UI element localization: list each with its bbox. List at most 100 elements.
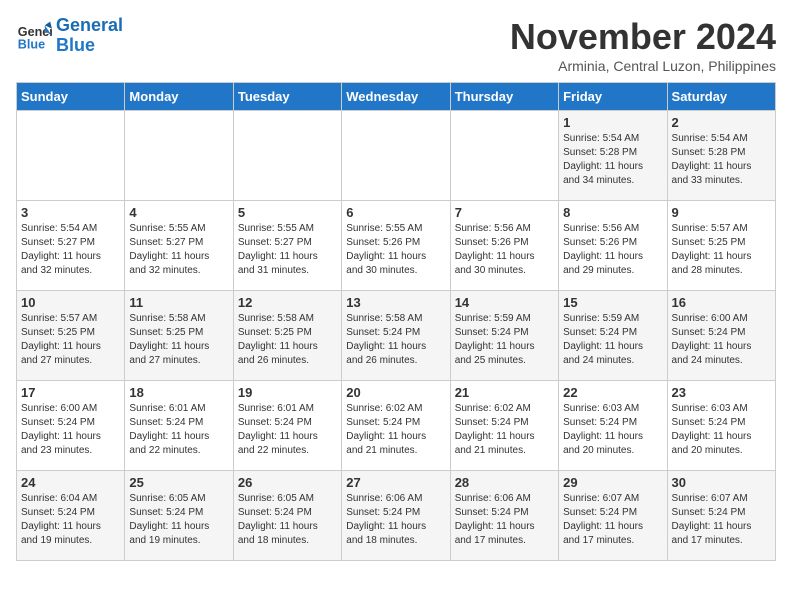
day-info: Sunrise: 6:05 AM Sunset: 5:24 PM Dayligh… bbox=[129, 492, 228, 548]
day-cell: 20 Sunrise: 6:02 AM Sunset: 5:24 PM Dayli… bbox=[342, 381, 450, 471]
day-number: 7 bbox=[455, 205, 554, 220]
day-number: 28 bbox=[455, 475, 554, 490]
day-cell: 27Sunrise: 6:06 AM Sunset: 5:24 PM Dayli… bbox=[342, 471, 450, 561]
day-info: Sunrise: 6:05 AM Sunset: 5:24 PM Dayligh… bbox=[238, 492, 337, 548]
day-info: Sunrise: 5:58 AM Sunset: 5:25 PM Dayligh… bbox=[238, 312, 337, 368]
day-number: 3 bbox=[21, 205, 120, 220]
day-info: Sunrise: 6:00 AM Sunset: 5:24 PM Dayligh… bbox=[672, 312, 771, 368]
day-cell bbox=[17, 111, 125, 201]
day-info: Sunrise: 6:03 AM Sunset: 5:24 PM Dayligh… bbox=[563, 402, 662, 458]
day-cell: 13Sunrise: 5:58 AM Sunset: 5:24 PM Dayli… bbox=[342, 291, 450, 381]
day-cell: 23Sunrise: 6:03 AM Sunset: 5:24 PM Dayli… bbox=[667, 381, 775, 471]
header-row: SundayMondayTuesdayWednesdayThursdayFrid… bbox=[17, 83, 776, 111]
day-info: Sunrise: 6:01 AM Sunset: 5:24 PM Dayligh… bbox=[238, 402, 337, 458]
day-info: Sunrise: 5:55 AM Sunset: 5:27 PM Dayligh… bbox=[238, 222, 337, 278]
day-cell: 10 Sunrise: 5:57 AM Sunset: 5:25 PM Dayli… bbox=[17, 291, 125, 381]
day-number: 25 bbox=[129, 475, 228, 490]
day-cell: 16 Sunrise: 6:00 AM Sunset: 5:24 PM Dayli… bbox=[667, 291, 775, 381]
day-info: Sunrise: 6:01 AM Sunset: 5:24 PM Dayligh… bbox=[129, 402, 228, 458]
day-info: Sunrise: 5:55 AM Sunset: 5:26 PM Dayligh… bbox=[346, 222, 445, 278]
day-cell: 6 Sunrise: 5:55 AM Sunset: 5:26 PM Daylig… bbox=[342, 201, 450, 291]
day-number: 14 bbox=[455, 295, 554, 310]
day-info: Sunrise: 5:59 AM Sunset: 5:24 PM Dayligh… bbox=[455, 312, 554, 368]
day-info: Sunrise: 5:58 AM Sunset: 5:24 PM Dayligh… bbox=[346, 312, 445, 368]
day-number: 1 bbox=[563, 115, 662, 130]
day-info: Sunrise: 6:00 AM Sunset: 5:24 PM Dayligh… bbox=[21, 402, 120, 458]
col-header-friday: Friday bbox=[559, 83, 667, 111]
calendar-table: SundayMondayTuesdayWednesdayThursdayFrid… bbox=[16, 82, 776, 561]
day-cell: 1 Sunrise: 5:54 AM Sunset: 5:28 PM Daylig… bbox=[559, 111, 667, 201]
day-cell: 24 Sunrise: 6:04 AM Sunset: 5:24 PM Dayli… bbox=[17, 471, 125, 561]
page-header: General Blue General Blue November 2024 … bbox=[16, 16, 776, 74]
day-info: Sunrise: 6:02 AM Sunset: 5:24 PM Dayligh… bbox=[346, 402, 445, 458]
day-cell: 22 Sunrise: 6:03 AM Sunset: 5:24 PM Dayli… bbox=[559, 381, 667, 471]
day-number: 21 bbox=[455, 385, 554, 400]
col-header-sunday: Sunday bbox=[17, 83, 125, 111]
day-info: Sunrise: 6:07 AM Sunset: 5:24 PM Dayligh… bbox=[672, 492, 771, 548]
day-cell: 2Sunrise: 5:54 AM Sunset: 5:28 PM Daylig… bbox=[667, 111, 775, 201]
day-info: Sunrise: 6:04 AM Sunset: 5:24 PM Dayligh… bbox=[21, 492, 120, 548]
day-info: Sunrise: 5:57 AM Sunset: 5:25 PM Dayligh… bbox=[21, 312, 120, 368]
title-block: November 2024 Arminia, Central Luzon, Ph… bbox=[510, 16, 776, 74]
logo-text-line2: Blue bbox=[56, 36, 123, 56]
week-row-1: 1 Sunrise: 5:54 AM Sunset: 5:28 PM Daylig… bbox=[17, 111, 776, 201]
day-number: 30 bbox=[672, 475, 771, 490]
day-number: 26 bbox=[238, 475, 337, 490]
day-info: Sunrise: 5:56 AM Sunset: 5:26 PM Dayligh… bbox=[455, 222, 554, 278]
month-title: November 2024 bbox=[510, 16, 776, 58]
col-header-monday: Monday bbox=[125, 83, 233, 111]
day-number: 20 bbox=[346, 385, 445, 400]
day-number: 24 bbox=[21, 475, 120, 490]
logo-text-line1: General bbox=[56, 16, 123, 36]
day-number: 12 bbox=[238, 295, 337, 310]
day-cell: 3 Sunrise: 5:54 AM Sunset: 5:27 PM Daylig… bbox=[17, 201, 125, 291]
day-info: Sunrise: 5:58 AM Sunset: 5:25 PM Dayligh… bbox=[129, 312, 228, 368]
logo-icon: General Blue bbox=[16, 18, 52, 54]
day-info: Sunrise: 5:54 AM Sunset: 5:28 PM Dayligh… bbox=[672, 132, 771, 188]
day-number: 9 bbox=[672, 205, 771, 220]
col-header-thursday: Thursday bbox=[450, 83, 558, 111]
day-info: Sunrise: 5:57 AM Sunset: 5:25 PM Dayligh… bbox=[672, 222, 771, 278]
day-number: 5 bbox=[238, 205, 337, 220]
col-header-saturday: Saturday bbox=[667, 83, 775, 111]
day-cell: 4Sunrise: 5:55 AM Sunset: 5:27 PM Daylig… bbox=[125, 201, 233, 291]
day-number: 11 bbox=[129, 295, 228, 310]
day-cell: 30 Sunrise: 6:07 AM Sunset: 5:24 PM Dayli… bbox=[667, 471, 775, 561]
day-cell bbox=[342, 111, 450, 201]
day-cell: 18 Sunrise: 6:01 AM Sunset: 5:24 PM Dayli… bbox=[125, 381, 233, 471]
day-number: 6 bbox=[346, 205, 445, 220]
week-row-4: 17 Sunrise: 6:00 AM Sunset: 5:24 PM Dayli… bbox=[17, 381, 776, 471]
day-number: 10 bbox=[21, 295, 120, 310]
day-info: Sunrise: 5:54 AM Sunset: 5:28 PM Dayligh… bbox=[563, 132, 662, 188]
col-header-tuesday: Tuesday bbox=[233, 83, 341, 111]
week-row-3: 10 Sunrise: 5:57 AM Sunset: 5:25 PM Dayli… bbox=[17, 291, 776, 381]
day-info: Sunrise: 6:07 AM Sunset: 5:24 PM Dayligh… bbox=[563, 492, 662, 548]
day-cell: 12 Sunrise: 5:58 AM Sunset: 5:25 PM Dayli… bbox=[233, 291, 341, 381]
day-info: Sunrise: 6:03 AM Sunset: 5:24 PM Dayligh… bbox=[672, 402, 771, 458]
day-cell: 21 Sunrise: 6:02 AM Sunset: 5:24 PM Dayli… bbox=[450, 381, 558, 471]
day-number: 22 bbox=[563, 385, 662, 400]
day-cell bbox=[450, 111, 558, 201]
week-row-2: 3 Sunrise: 5:54 AM Sunset: 5:27 PM Daylig… bbox=[17, 201, 776, 291]
day-number: 4 bbox=[129, 205, 228, 220]
day-info: Sunrise: 5:54 AM Sunset: 5:27 PM Dayligh… bbox=[21, 222, 120, 278]
day-info: Sunrise: 5:56 AM Sunset: 5:26 PM Dayligh… bbox=[563, 222, 662, 278]
day-cell: 5 Sunrise: 5:55 AM Sunset: 5:27 PM Daylig… bbox=[233, 201, 341, 291]
day-number: 8 bbox=[563, 205, 662, 220]
day-cell bbox=[233, 111, 341, 201]
day-cell: 17 Sunrise: 6:00 AM Sunset: 5:24 PM Dayli… bbox=[17, 381, 125, 471]
day-info: Sunrise: 6:06 AM Sunset: 5:24 PM Dayligh… bbox=[455, 492, 554, 548]
svg-text:Blue: Blue bbox=[18, 37, 45, 51]
day-cell: 7 Sunrise: 5:56 AM Sunset: 5:26 PM Daylig… bbox=[450, 201, 558, 291]
day-info: Sunrise: 6:02 AM Sunset: 5:24 PM Dayligh… bbox=[455, 402, 554, 458]
col-header-wednesday: Wednesday bbox=[342, 83, 450, 111]
day-number: 16 bbox=[672, 295, 771, 310]
day-cell: 19Sunrise: 6:01 AM Sunset: 5:24 PM Dayli… bbox=[233, 381, 341, 471]
day-number: 17 bbox=[21, 385, 120, 400]
day-cell: 26 Sunrise: 6:05 AM Sunset: 5:24 PM Dayli… bbox=[233, 471, 341, 561]
day-number: 29 bbox=[563, 475, 662, 490]
day-cell: 29 Sunrise: 6:07 AM Sunset: 5:24 PM Dayli… bbox=[559, 471, 667, 561]
day-number: 18 bbox=[129, 385, 228, 400]
day-cell: 15Sunrise: 5:59 AM Sunset: 5:24 PM Dayli… bbox=[559, 291, 667, 381]
week-row-5: 24 Sunrise: 6:04 AM Sunset: 5:24 PM Dayli… bbox=[17, 471, 776, 561]
